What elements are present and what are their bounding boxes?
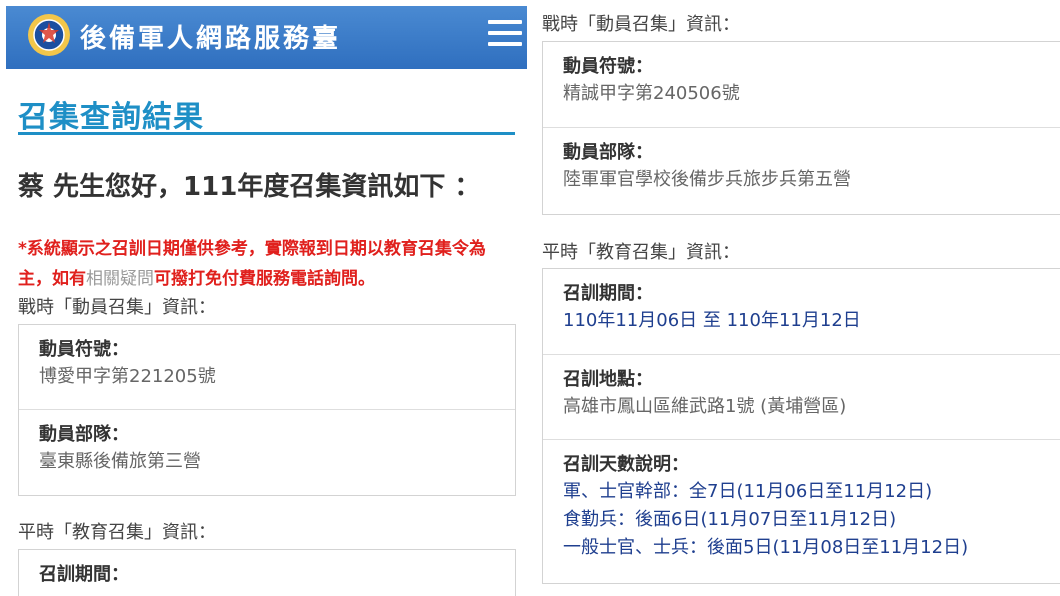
training-days-label: 召訓天數說明：: [563, 454, 689, 475]
training-period-field: 召訓期間：: [19, 550, 515, 596]
peacetime-card: 召訓期間： 110年11月06日 至 110年11月12日 召訓地點： 高雄市鳳…: [542, 268, 1060, 584]
training-location-label: 召訓地點：: [563, 369, 653, 390]
right-screenshot-panel: 戰時「動員召集」資訊： 動員符號： 精誠甲字第240506號 動員部隊： 陸軍軍…: [530, 0, 1060, 596]
training-days-line: 軍、士官幹部：全7日(11月06日至11月12日): [563, 481, 933, 502]
peacetime-heading: 平時「教育召集」資訊：: [542, 242, 740, 263]
mobilization-unit-value: 陸軍軍官學校後備步兵旅步兵第五營: [563, 169, 851, 190]
training-period-field: 召訓期間： 110年11月06日 至 110年11月12日: [543, 269, 1060, 355]
wartime-card: 動員符號： 精誠甲字第240506號 動員部隊： 陸軍軍官學校後備步兵旅步兵第五…: [542, 41, 1060, 215]
wartime-heading: 戰時「動員召集」資訊：: [18, 297, 216, 318]
mobilization-code-field: 動員符號： 博愛甲字第221205號: [19, 325, 515, 410]
peacetime-card: 召訓期間：: [18, 549, 516, 596]
training-days-line: 一般士官、士兵：後面5日(11月08日至11月12日): [563, 537, 969, 558]
training-location-field: 召訓地點： 高雄市鳳山區維武路1號 (黃埔營區): [543, 355, 1060, 440]
mobilization-code-value: 精誠甲字第240506號: [563, 83, 740, 104]
emblem-logo-icon[interactable]: [26, 12, 72, 58]
related-questions-link[interactable]: 相關疑問: [86, 269, 154, 289]
mobilization-unit-field: 動員部隊： 臺東縣後備旅第三營: [19, 410, 515, 494]
training-days-line: 食勤兵：後面6日(11月07日至11月12日): [563, 509, 897, 530]
notice-part2: 可撥打免付費服務電話詢問。: [154, 269, 375, 289]
page-title: 召集查詢結果: [18, 100, 204, 135]
mobilization-code-label: 動員符號：: [39, 339, 129, 360]
notice-text: *系統顯示之召訓日期僅供參考，實際報到日期以教育召集令為主，如有相關疑問可撥打免…: [18, 234, 518, 294]
training-period-value: 110年11月06日 至 110年11月12日: [563, 310, 861, 331]
training-period-label: 召訓期間：: [563, 283, 653, 304]
greeting-text: 蔡 先生您好，111年度召集資訊如下 ：: [18, 172, 481, 202]
mobilization-unit-field: 動員部隊： 陸軍軍官學校後備步兵旅步兵第五營: [543, 128, 1060, 213]
mobilization-unit-value: 臺東縣後備旅第三營: [39, 451, 201, 472]
mobilization-unit-label: 動員部隊：: [39, 424, 129, 445]
mobilization-code-field: 動員符號： 精誠甲字第240506號: [543, 42, 1060, 128]
title-underline: [18, 132, 515, 135]
wartime-card: 動員符號： 博愛甲字第221205號 動員部隊： 臺東縣後備旅第三營: [18, 324, 516, 496]
training-days-field: 召訓天數說明： 軍、士官幹部：全7日(11月06日至11月12日) 食勤兵：後面…: [543, 440, 1060, 582]
left-screenshot-panel: 後備軍人網路服務臺 召集查詢結果 蔡 先生您好，111年度召集資訊如下 ： *系…: [0, 0, 530, 596]
wartime-heading: 戰時「動員召集」資訊：: [542, 14, 740, 35]
mobilization-code-value: 博愛甲字第221205號: [39, 366, 216, 387]
mobilization-code-label: 動員符號：: [563, 56, 653, 77]
hamburger-menu-icon[interactable]: [488, 20, 522, 50]
site-title[interactable]: 後備軍人網路服務臺: [80, 18, 341, 55]
site-header: 後備軍人網路服務臺: [6, 6, 527, 69]
training-location-value: 高雄市鳳山區維武路1號 (黃埔營區): [563, 396, 847, 417]
peacetime-heading: 平時「教育召集」資訊：: [18, 522, 216, 543]
mobilization-unit-label: 動員部隊：: [563, 142, 653, 163]
training-period-label: 召訓期間：: [39, 564, 129, 585]
